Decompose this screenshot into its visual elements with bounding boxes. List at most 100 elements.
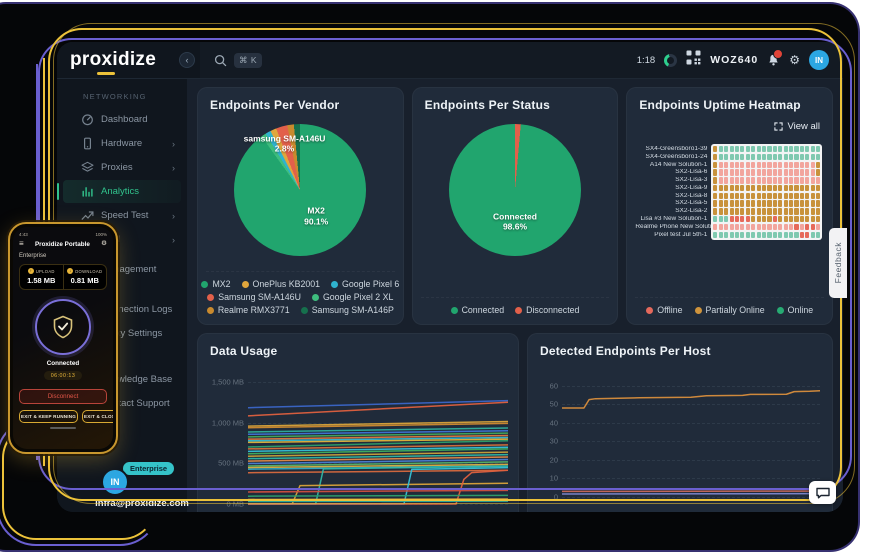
heatmap-cell bbox=[805, 231, 810, 238]
heatmap-cell bbox=[778, 192, 783, 200]
phone-gear-icon[interactable]: ⚙ bbox=[101, 240, 107, 248]
heatmap-cell bbox=[729, 161, 734, 168]
qr-code-icon[interactable] bbox=[686, 50, 701, 70]
card-title: Detected Endpoints Per Host bbox=[540, 344, 711, 358]
heatmap-cell bbox=[718, 161, 723, 168]
status-pie-chart: Connected 98.6% bbox=[449, 124, 581, 256]
heatmap-cell bbox=[772, 208, 777, 215]
heatmap-row-label: Lisa #3 New Solution-1 bbox=[640, 216, 708, 223]
heatmap-cell bbox=[762, 200, 767, 207]
heatmap-row-label: Realme Phone New Solution-1 bbox=[635, 223, 711, 230]
phone-screen: 4:43 100% ≡ Proxidize Portable ⚙ Enterpr… bbox=[13, 227, 113, 449]
heatmap-cell bbox=[751, 153, 756, 161]
heatmap-cell bbox=[805, 177, 810, 184]
gridline bbox=[562, 497, 820, 498]
heatmap-cell bbox=[767, 146, 772, 153]
search-icon[interactable] bbox=[214, 54, 227, 67]
heatmap-cell bbox=[718, 200, 723, 207]
card-endpoints-per-status: Endpoints Per Status Connected 98.6% Conn… bbox=[411, 87, 619, 325]
heatmap-cell bbox=[778, 177, 783, 184]
legend-dot-icon bbox=[201, 280, 209, 288]
heatmap-cell bbox=[767, 161, 772, 168]
heatmap-cell bbox=[724, 153, 729, 161]
y-axis-tick-label: 0 MB bbox=[226, 499, 244, 509]
gear-icon[interactable]: ⚙ bbox=[789, 54, 800, 66]
heatmap-cell bbox=[729, 223, 734, 231]
heatmap-cell bbox=[729, 208, 734, 215]
heatmap-cell bbox=[724, 231, 729, 238]
legend-item: Disconnected bbox=[515, 305, 579, 315]
heatmap-cell bbox=[745, 223, 750, 231]
chat-widget-button[interactable] bbox=[809, 481, 836, 504]
main-content: Endpoints Per Vendor samsung SM-A146U 2.8… bbox=[187, 79, 843, 512]
y-axis-tick-label: 1,500 MB bbox=[211, 377, 244, 387]
heatmap-cell bbox=[778, 208, 783, 215]
heatmap-cell bbox=[740, 146, 745, 153]
heatmap-cell bbox=[734, 177, 740, 184]
detected-endpoints-chart bbox=[562, 382, 820, 498]
heatmap-cell bbox=[751, 208, 756, 215]
heatmap-cell bbox=[718, 223, 723, 231]
expand-icon bbox=[774, 122, 784, 131]
heatmap-cell bbox=[762, 231, 767, 238]
sidebar-item-proxies[interactable]: Proxies › bbox=[63, 156, 181, 179]
heatmap-cell bbox=[772, 231, 777, 238]
timer-ring-icon bbox=[664, 53, 678, 67]
heatmap-cell bbox=[794, 208, 799, 215]
gauge-icon bbox=[81, 113, 94, 126]
heatmap-cell bbox=[724, 200, 729, 207]
sidebar-item-analytics[interactable]: Analytics bbox=[57, 180, 181, 203]
heatmap-cell bbox=[718, 216, 723, 223]
heatmap-cell bbox=[751, 200, 756, 207]
heatmap-cell bbox=[740, 216, 745, 223]
heatmap-row bbox=[713, 208, 821, 215]
heatmap-cell bbox=[762, 223, 767, 231]
heatmap-cell bbox=[816, 200, 821, 207]
view-all-button[interactable]: View all bbox=[774, 121, 820, 132]
heatmap-cell bbox=[751, 146, 756, 153]
heatmap-cell bbox=[713, 192, 718, 200]
session-timer: 1:18 bbox=[636, 54, 656, 66]
heatmap-cell bbox=[724, 223, 729, 231]
heatmap-cell bbox=[805, 184, 810, 192]
exit-keep-running-button[interactable]: EXIT & KEEP RUNNING bbox=[19, 410, 79, 423]
heatmap-cell bbox=[751, 177, 756, 184]
heatmap-cell bbox=[724, 161, 729, 168]
heatmap-cell bbox=[724, 177, 729, 184]
device-code-label: WOZ640 bbox=[710, 54, 759, 66]
sidebar-item-hardware[interactable]: Hardware › bbox=[63, 132, 181, 155]
heatmap-cell bbox=[799, 177, 804, 184]
heatmap-cell bbox=[718, 169, 723, 176]
heatmap-cell bbox=[756, 153, 761, 161]
heatmap-cell bbox=[794, 223, 799, 231]
heatmap-cell bbox=[789, 216, 794, 223]
exit-close-button[interactable]: EXIT & CLOSE bbox=[82, 410, 113, 423]
heatmap-row bbox=[713, 223, 821, 231]
heatmap-cell bbox=[734, 161, 740, 168]
heatmap-cell bbox=[729, 146, 734, 153]
sidebar-item-dashboard[interactable]: Dashboard bbox=[63, 108, 181, 131]
heatmap-row-label: SX4-Greensboro1-39 bbox=[645, 146, 708, 152]
download-stat: ↓ DOWNLOAD 0.81 MB bbox=[62, 265, 107, 289]
heatmap-cell bbox=[799, 153, 804, 161]
heatmap-cell bbox=[778, 153, 783, 161]
heatmap-cell bbox=[724, 169, 729, 176]
heatmap-cell bbox=[816, 192, 821, 200]
heatmap-cell bbox=[767, 169, 772, 176]
sidebar-item-label: Speed Test bbox=[101, 210, 149, 221]
legend-item: Samsung SM-A146P bbox=[300, 305, 394, 315]
heatmap-cell bbox=[756, 192, 761, 200]
heatmap-cell bbox=[740, 208, 745, 215]
disconnect-button[interactable]: Disconnect bbox=[19, 389, 107, 404]
user-avatar[interactable]: IN bbox=[809, 50, 829, 70]
heatmap-cell bbox=[783, 169, 788, 176]
heatmap-cell bbox=[734, 231, 740, 238]
heatmap-cell bbox=[794, 177, 799, 184]
phone-overlay: 4:43 100% ≡ Proxidize Portable ⚙ Enterpr… bbox=[8, 222, 118, 454]
feedback-tab[interactable]: Feedback bbox=[829, 228, 847, 298]
heatmap-cell bbox=[805, 192, 810, 200]
heatmap-cell bbox=[762, 208, 767, 215]
sidebar-collapse-button[interactable]: ‹ bbox=[179, 52, 195, 68]
sidebar-avatar[interactable]: IN bbox=[101, 468, 129, 496]
notification-bell-icon[interactable] bbox=[767, 49, 784, 67]
